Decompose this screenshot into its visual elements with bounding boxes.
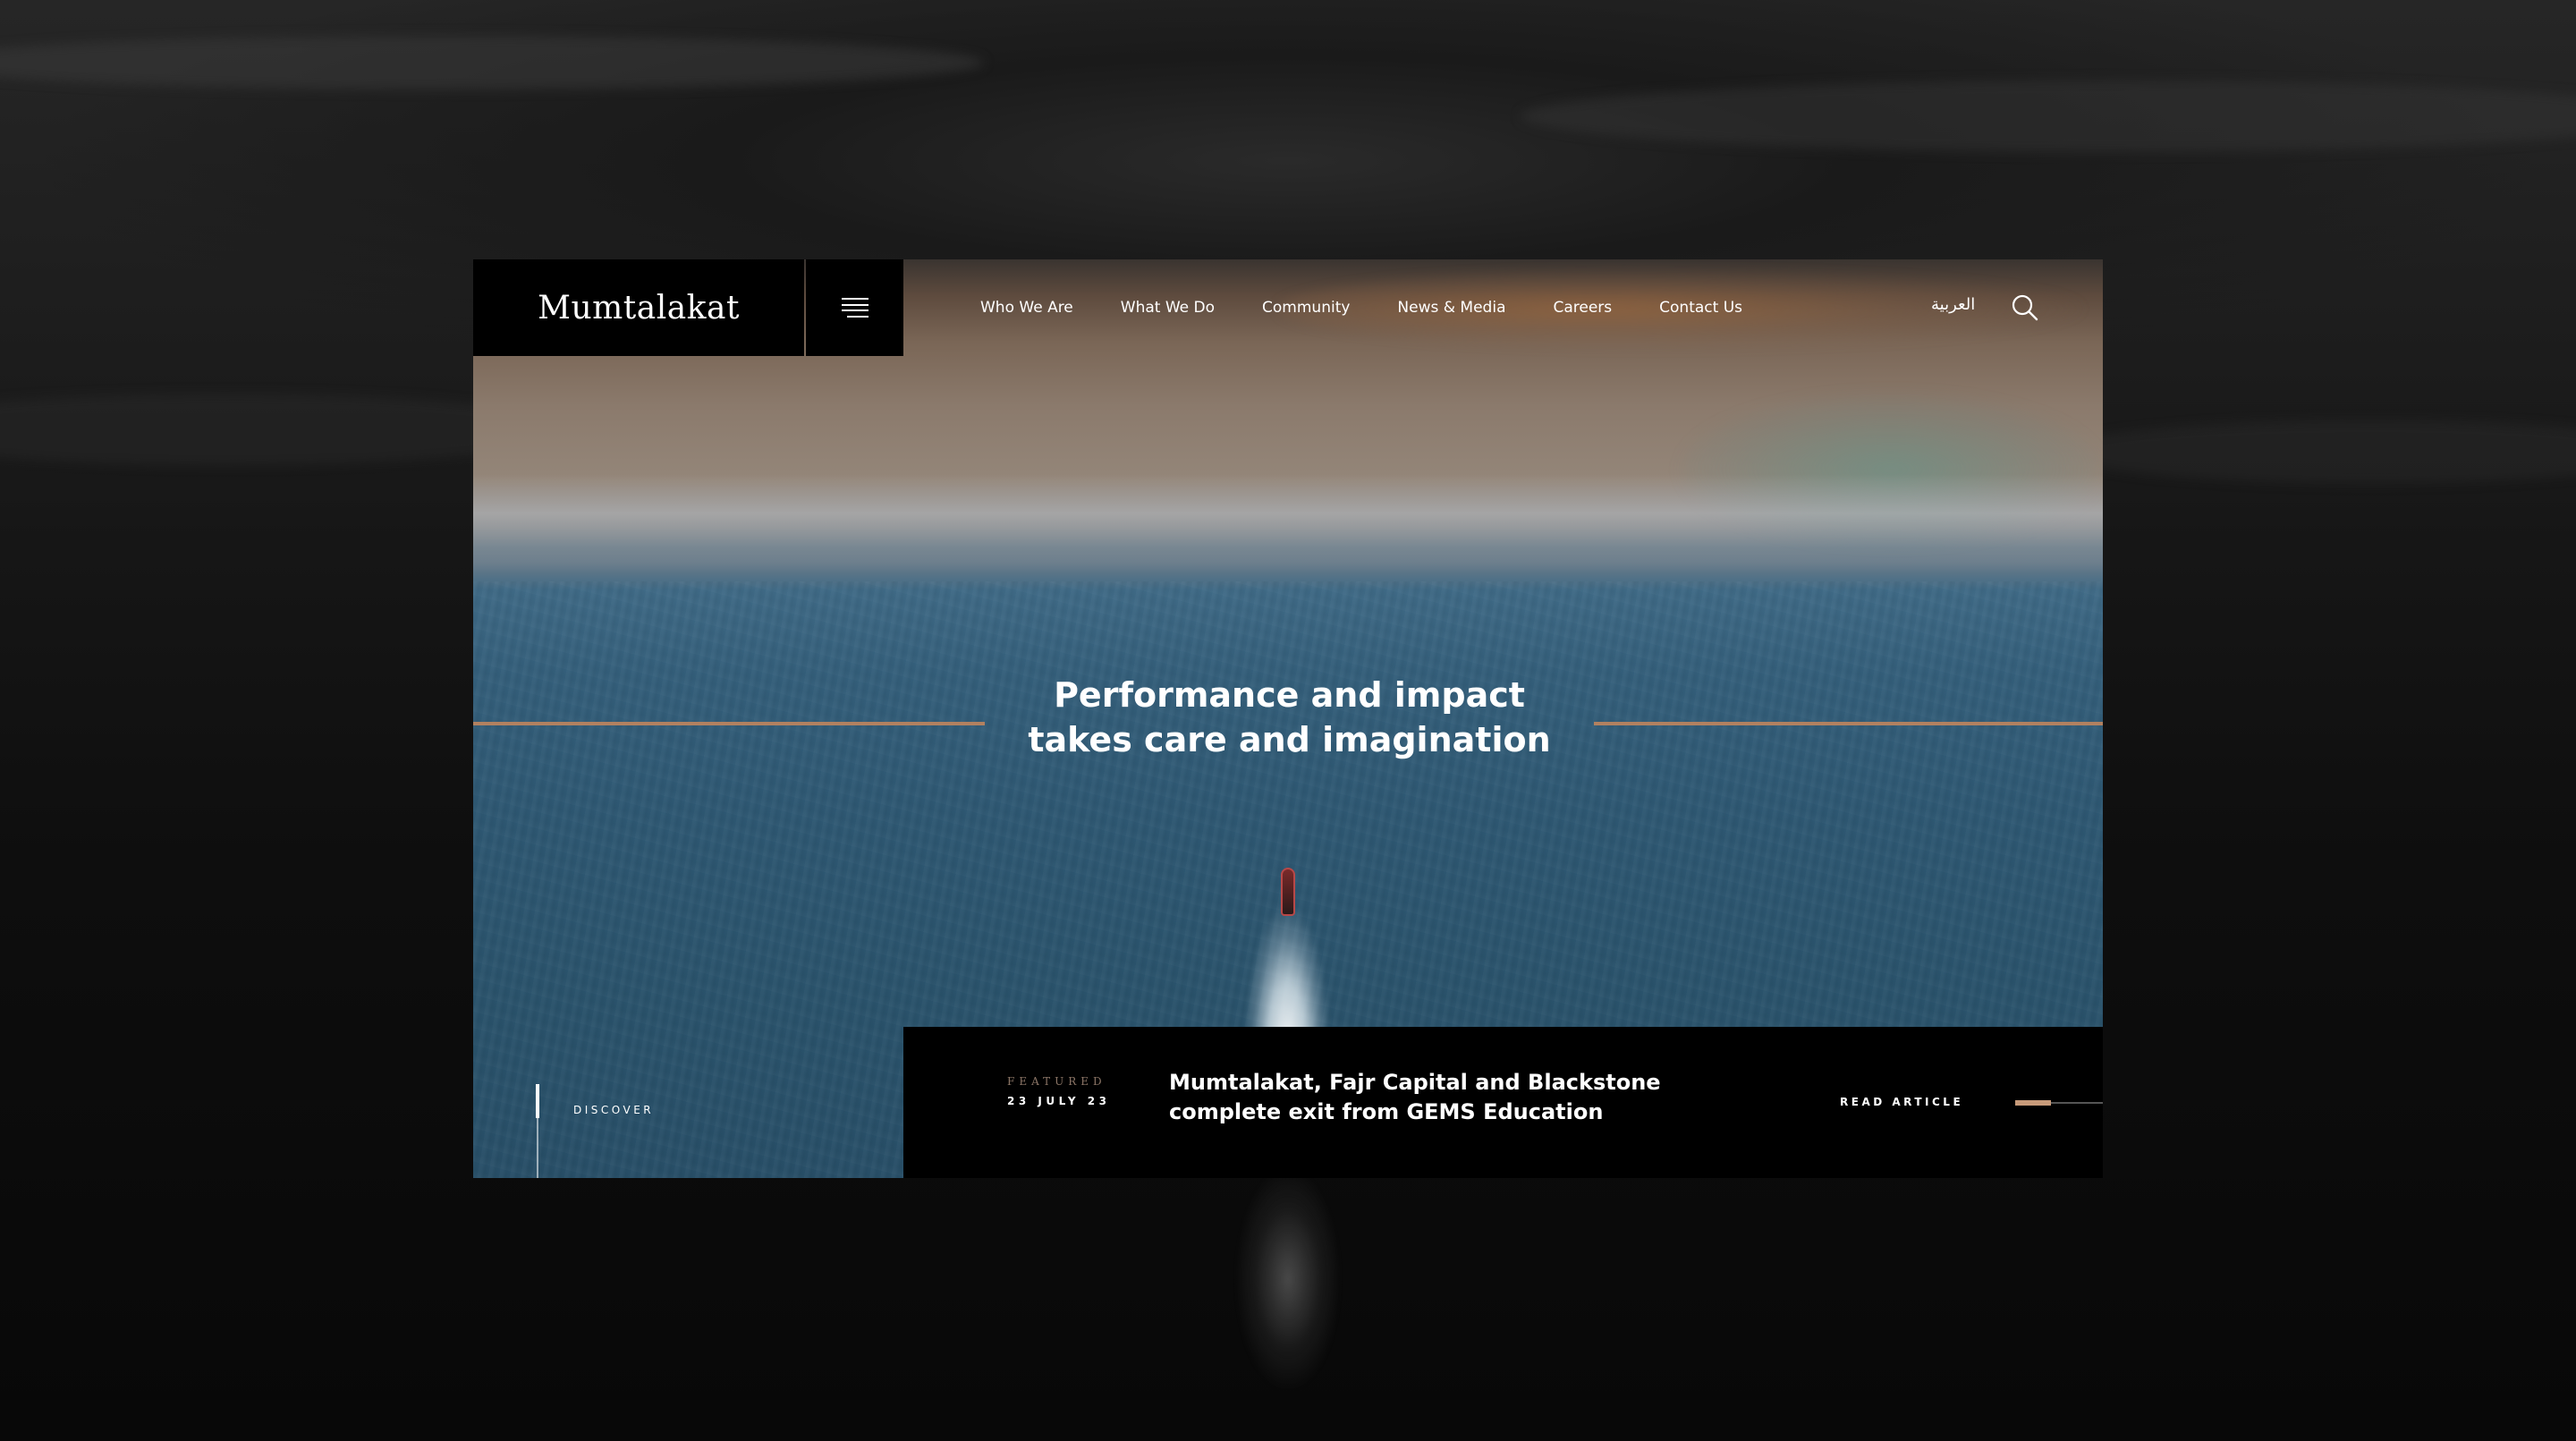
backdrop-texture <box>0 36 984 89</box>
featured-article-title[interactable]: Mumtalakat, Fajr Capital and Blackstone … <box>1169 1068 1670 1127</box>
featured-date: 23 JULY 23 <box>1007 1095 1111 1107</box>
hamburger-menu-icon <box>841 298 869 318</box>
menu-button[interactable] <box>806 259 903 356</box>
featured-label: FEATURED <box>1007 1075 1106 1088</box>
backdrop-texture <box>2057 420 2576 483</box>
nav-item-news-media[interactable]: News & Media <box>1397 299 1505 317</box>
featured-title-line1: Mumtalakat, Fajr Capital and Blackstone <box>1169 1070 1661 1095</box>
language-switch-link[interactable]: العربية <box>1931 295 1975 314</box>
nav-item-contact-us[interactable]: Contact Us <box>1659 299 1742 317</box>
headline-rule-left <box>473 722 985 725</box>
backdrop-boat-wake <box>1190 1172 1386 1441</box>
discover-link[interactable]: DISCOVER <box>573 1104 654 1116</box>
nav-item-community[interactable]: Community <box>1262 299 1350 317</box>
hero-headline: Performance and impact takes care and im… <box>985 673 1594 762</box>
main-nav: Who We Are What We Do Community News & M… <box>980 259 1742 356</box>
featured-article-bar: FEATURED 23 JULY 23 Mumtalakat, Fajr Cap… <box>903 1027 2103 1178</box>
backdrop-texture <box>1521 81 2576 152</box>
read-article-progress <box>2015 1100 2051 1106</box>
read-article-link[interactable]: READ ARTICLE <box>1840 1096 1963 1108</box>
headline-rule-right <box>1594 722 2103 725</box>
discover-scroll-indicator <box>536 1084 539 1118</box>
search-icon[interactable] <box>2011 293 2039 322</box>
featured-title-line2: complete exit from GEMS Education <box>1169 1099 1604 1124</box>
hero-boat <box>1281 868 1295 916</box>
website-frame: Mumtalakat Who We Are What We Do Communi… <box>473 259 2103 1178</box>
nav-item-who-we-are[interactable]: Who We Are <box>980 299 1073 317</box>
nav-item-what-we-do[interactable]: What We Do <box>1121 299 1215 317</box>
nav-item-careers[interactable]: Careers <box>1553 299 1612 317</box>
hero-headline-line2: takes care and imagination <box>1028 720 1551 759</box>
logo-link[interactable]: Mumtalakat <box>473 259 804 356</box>
hero-shoreline <box>473 474 2103 572</box>
logo: Mumtalakat <box>538 289 740 326</box>
hero-headline-line1: Performance and impact <box>1054 675 1525 715</box>
